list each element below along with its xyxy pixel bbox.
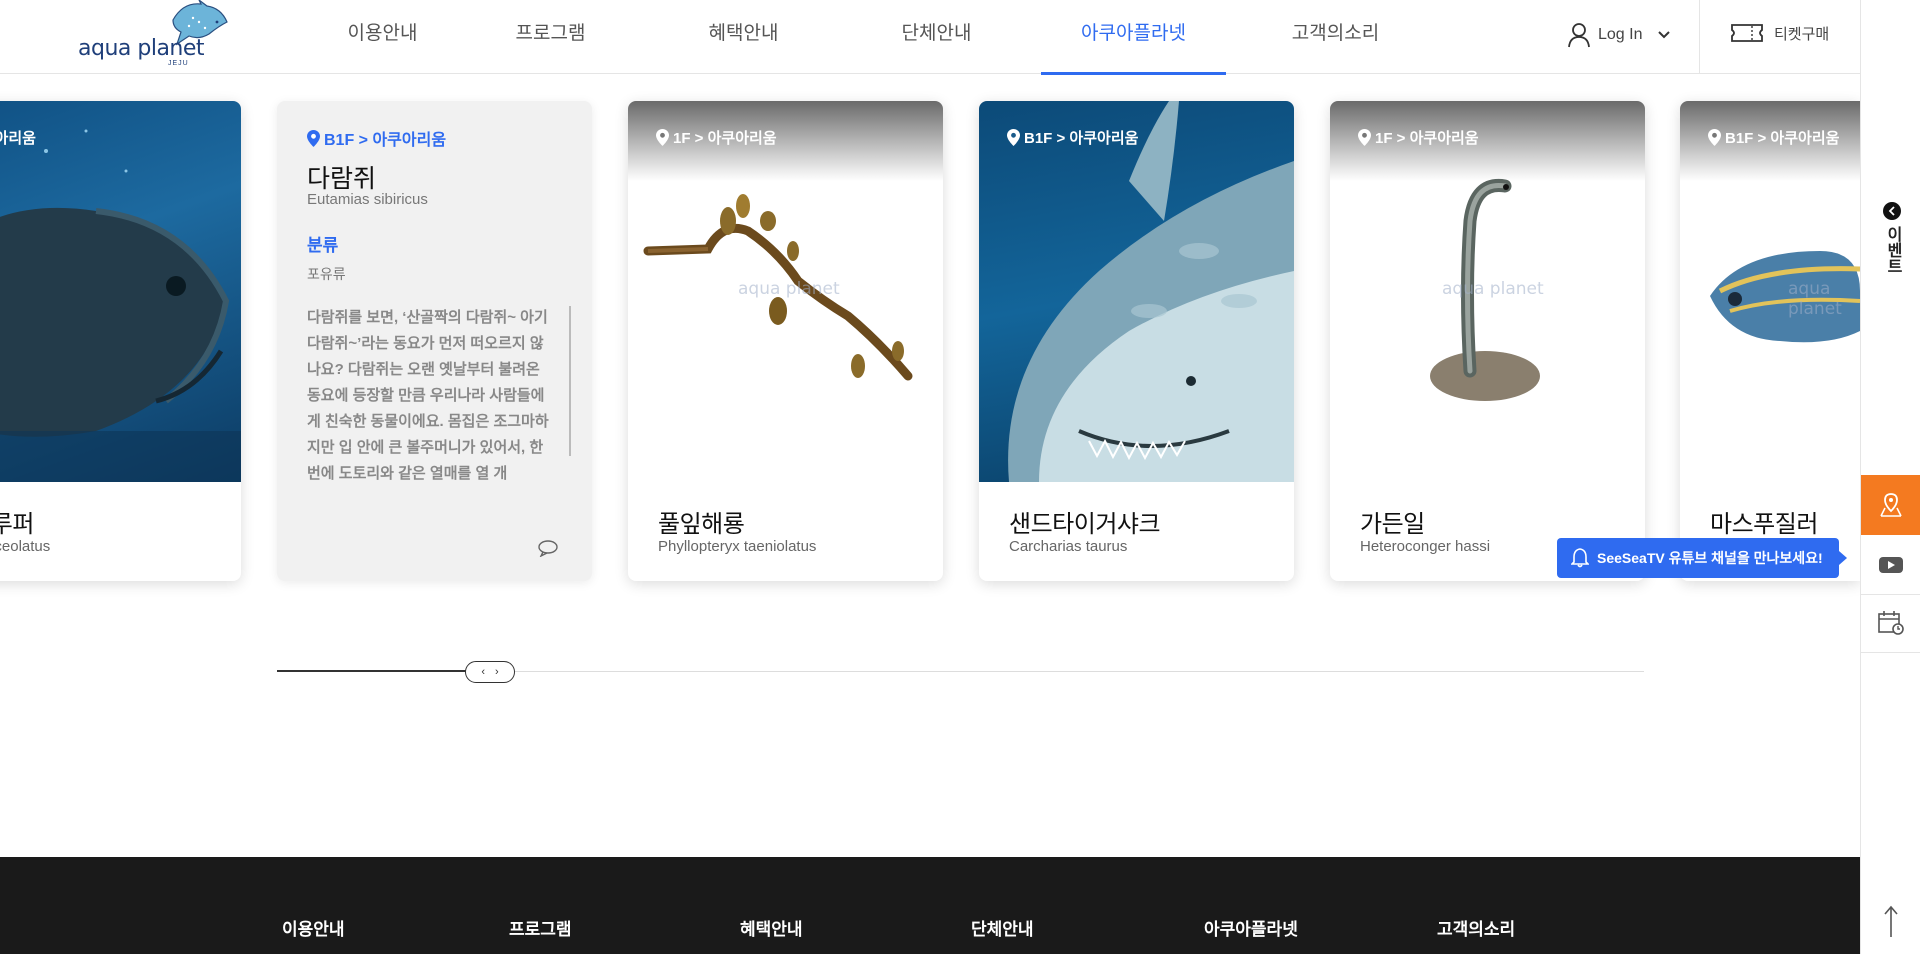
species-card[interactable]: B1F > 아쿠아리움 샌드타이거샤크 Carcharias taurus <box>979 101 1294 581</box>
footer-link-customer-voice[interactable]: 고객의소리 <box>1437 915 1597 940</box>
nav-item-group[interactable]: 단체안내 <box>879 0 994 74</box>
detail-location-text: B1F > 아쿠아리움 <box>324 132 447 149</box>
species-name: 풀잎해룡 <box>658 511 745 538</box>
detail-scientific-name: Eutamias sibiricus <box>307 191 428 208</box>
chevron-down-icon <box>1658 31 1671 39</box>
watermark-text: aqua planet <box>738 279 840 299</box>
footer-link-usage-guide[interactable]: 이용안내 <box>282 915 509 940</box>
youtube-button[interactable] <box>1861 535 1920 595</box>
location-pin-icon <box>307 129 320 147</box>
logo-subtext: JEJU <box>168 60 189 67</box>
comment-icon[interactable] <box>537 539 559 557</box>
nav-item-program[interactable]: 프로그램 <box>493 0 608 74</box>
watermark-text: aqua planet <box>1442 279 1544 299</box>
species-image <box>0 101 241 482</box>
ticket-purchase-button[interactable]: 티켓구매 <box>1730 22 1829 44</box>
footer-link-benefits[interactable]: 혜택안내 <box>740 915 971 940</box>
footer-nav: 이용안내 프로그램 혜택안내 단체안내 아쿠아플라넷 고객의소리 <box>282 915 1597 940</box>
location-text: > 아쿠아리움 <box>0 130 36 147</box>
map-pin-icon <box>1880 493 1902 517</box>
location-label: > 아쿠아리움 <box>0 127 36 148</box>
detail-species-name: 다람쥐 <box>307 165 377 193</box>
chevron-left-circle-icon <box>1883 202 1901 220</box>
header-divider <box>1699 0 1700 74</box>
species-card[interactable]: > 아쿠아리움 언트그루퍼 phelus lanceolatus <box>0 101 241 581</box>
youtube-tooltip-text: SeeSeaTV 유튜브 채널을 만나보세요! <box>1597 550 1823 566</box>
youtube-icon <box>1879 556 1903 573</box>
calendar-clock-icon <box>1878 610 1904 635</box>
carousel-progress <box>277 670 467 672</box>
map-button[interactable] <box>1861 475 1920 535</box>
species-detail-card[interactable]: B1F > 아쿠아리움 다람쥐 Eutamias sibiricus 분류 포유… <box>277 101 592 581</box>
main-nav: 이용안내 프로그램 혜택안내 단체안내 아쿠아플라넷 고객의소리 <box>300 0 1393 75</box>
species-card[interactable]: aqua planet B1F > 아쿠아리움 마스푸질러 <box>1680 101 1860 581</box>
nav-item-usage-guide[interactable]: 이용안내 <box>300 0 465 74</box>
site-header: aqua planet JEJU 이용안내 프로그램 혜택안내 단체안내 아쿠아… <box>0 0 1860 75</box>
location-label: 1F > 아쿠아리움 <box>656 127 777 148</box>
scroll-to-top-icon[interactable] <box>1881 905 1901 939</box>
location-pin-icon <box>1007 129 1020 146</box>
calendar-button[interactable] <box>1861 593 1920 653</box>
species-scientific-name: phelus lanceolatus <box>0 538 51 555</box>
event-tab[interactable]: 이벤트 <box>1881 202 1903 274</box>
species-scientific-name: Phyllopteryx taeniolatus <box>658 538 817 555</box>
species-card[interactable]: aqua planet 1F > 아쿠아리움 가든일 Heteroconger … <box>1330 101 1645 581</box>
footer-link-aquaplanet[interactable]: 아쿠아플라넷 <box>1204 915 1437 940</box>
location-text: B1F > 아쿠아리움 <box>1725 130 1840 147</box>
youtube-channel-tooltip[interactable]: SeeSeaTV 유튜브 채널을 만나보세요! <box>1557 538 1847 578</box>
location-text: B1F > 아쿠아리움 <box>1024 130 1139 147</box>
location-label: B1F > 아쿠아리움 <box>1708 127 1839 148</box>
classification-label: 분류 <box>307 236 339 255</box>
description-scrollbar[interactable] <box>569 306 571 456</box>
watermark-text: aqua planet <box>1788 279 1842 319</box>
species-name: 마스푸질러 <box>1710 511 1818 538</box>
species-description[interactable]: 다람쥐를 보면, ‘산골짝의 다람쥐~ 아기 다람쥐~’라는 동요가 먼저 떠오… <box>307 305 557 505</box>
login-label: Log In <box>1598 26 1643 43</box>
species-scientific-name: Carcharias taurus <box>1009 538 1128 555</box>
carousel-handle[interactable]: ‹ › <box>465 661 515 683</box>
nav-item-customer-voice[interactable]: 고객의소리 <box>1278 0 1393 74</box>
location-text: 1F > 아쿠아리움 <box>1375 130 1479 147</box>
species-card[interactable]: aqua planet 1F > 아쿠아리움 풀잎해룡 Phyllopteryx… <box>628 101 943 581</box>
site-footer: 이용안내 프로그램 혜택안내 단체안내 아쿠아플라넷 고객의소리 <box>0 857 1860 954</box>
chevron-right-icon[interactable]: › <box>495 666 499 678</box>
footer-link-group[interactable]: 단체안내 <box>971 915 1204 940</box>
species-name: 언트그루퍼 <box>0 511 34 538</box>
bell-icon <box>1571 548 1589 568</box>
species-name: 샌드타이거샤크 <box>1009 511 1161 538</box>
ticket-icon <box>1731 24 1763 42</box>
nav-item-aquaplanet[interactable]: 아쿠아플라넷 <box>1041 0 1226 75</box>
login-button[interactable]: Log In <box>1568 20 1671 50</box>
species-image <box>979 101 1294 482</box>
location-pin-icon <box>656 129 669 146</box>
location-text: 1F > 아쿠아리움 <box>673 130 777 147</box>
ticket-label: 티켓구매 <box>1774 25 1830 43</box>
species-name: 가든일 <box>1360 511 1425 538</box>
classification-value: 포유류 <box>307 266 346 282</box>
logo-text: aqua planet <box>78 36 205 61</box>
right-sidebar: 이벤트 <box>1860 0 1920 954</box>
nav-item-benefits[interactable]: 혜택안내 <box>686 0 801 74</box>
detail-location-label: B1F > 아쿠아리움 <box>307 126 446 150</box>
location-label: B1F > 아쿠아리움 <box>1007 127 1138 148</box>
aqua-planet-logo[interactable]: aqua planet JEJU <box>76 0 228 72</box>
user-icon <box>1568 23 1590 48</box>
location-pin-icon <box>1358 129 1371 146</box>
footer-link-program[interactable]: 프로그램 <box>509 915 740 940</box>
chevron-left-icon[interactable]: ‹ <box>481 666 485 678</box>
species-scientific-name: Heteroconger hassi <box>1360 538 1491 555</box>
location-pin-icon <box>1708 129 1721 146</box>
location-label: 1F > 아쿠아리움 <box>1358 127 1479 148</box>
event-label: 이벤트 <box>1884 226 1901 274</box>
